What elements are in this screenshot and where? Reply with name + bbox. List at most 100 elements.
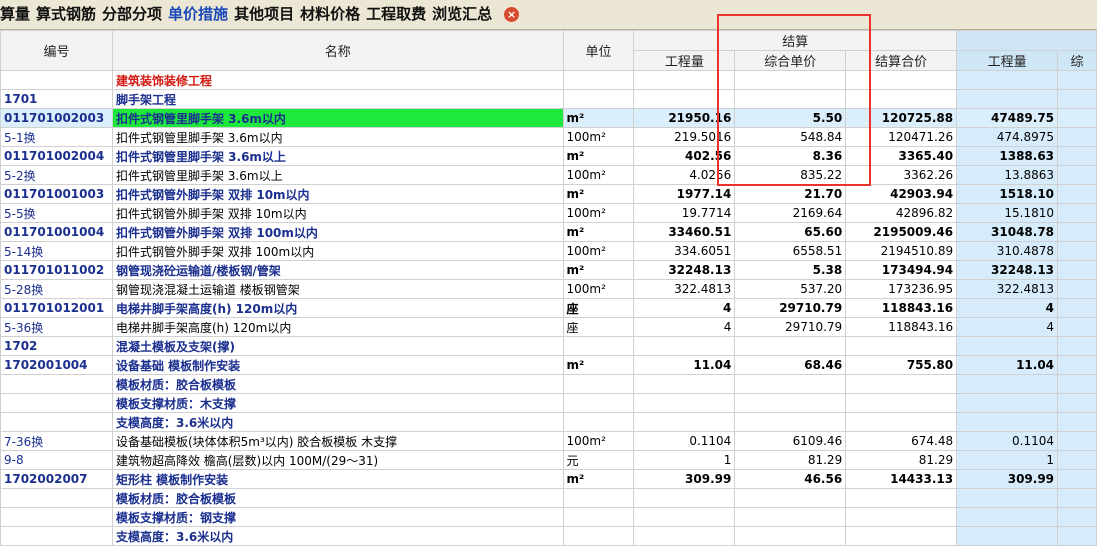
cell-name[interactable]: 建筑装饰装修工程 (111, 70, 564, 90)
cell-price[interactable]: 5.50 (734, 108, 847, 128)
cell-extra[interactable] (1057, 222, 1097, 242)
cell-total[interactable]: 120725.88 (845, 108, 958, 128)
cell-qty[interactable] (633, 374, 736, 394)
cell-qty2[interactable]: 47489.75 (956, 108, 1059, 128)
cell-total[interactable]: 42896.82 (845, 203, 958, 223)
cell-extra[interactable] (1057, 70, 1097, 90)
cell-code[interactable]: 5-2换 (0, 165, 113, 185)
cell-price[interactable] (734, 89, 847, 109)
cell-name[interactable]: 扣件式钢管里脚手架 3.6m以内 (111, 108, 564, 128)
cell-extra[interactable] (1057, 279, 1097, 299)
cell-unit[interactable]: m² (562, 355, 635, 375)
cell-qty[interactable]: 32248.13 (633, 260, 736, 280)
cell-extra[interactable] (1057, 298, 1097, 318)
cell-price[interactable]: 81.29 (734, 450, 847, 470)
cell-extra[interactable] (1057, 127, 1097, 147)
cell-name[interactable]: 混凝土模板及支架(撑) (111, 336, 564, 356)
cell-name[interactable]: 模板材质：胶合板模板 (111, 488, 564, 508)
cell-qty2[interactable]: 13.8863 (956, 165, 1059, 185)
cell-name[interactable]: 钢管现浇混凝土运输道 楼板钢管架 (111, 279, 564, 299)
cell-name[interactable]: 扣件式钢管外脚手架 双排 10m以内 (111, 184, 564, 204)
cell-qty[interactable]: 11.04 (633, 355, 736, 375)
cell-unit[interactable]: 座 (562, 317, 635, 337)
cell-code[interactable] (0, 70, 113, 90)
cell-extra[interactable] (1057, 317, 1097, 337)
table-row[interactable]: 建筑装饰装修工程 (0, 70, 1097, 90)
cell-extra[interactable] (1057, 526, 1097, 546)
tab-5[interactable]: 材料价格 (300, 0, 366, 29)
cell-code[interactable]: 5-14换 (0, 241, 113, 261)
cell-unit[interactable] (562, 412, 635, 432)
cell-qty2[interactable]: 310.4878 (956, 241, 1059, 261)
table-row[interactable]: 9-8 建筑物超高降效 檐高(层数)以内 100M/(29～31) 元 1 81.29 8… (0, 450, 1097, 470)
col-unit-header[interactable]: 单位 (562, 30, 635, 71)
cell-code[interactable]: 1701 (0, 89, 113, 109)
cell-qty[interactable]: 309.99 (633, 469, 736, 489)
col-total-header[interactable]: 结算合价 (845, 50, 958, 71)
cell-total[interactable]: 173236.95 (845, 279, 958, 299)
cell-qty[interactable]: 33460.51 (633, 222, 736, 242)
cell-extra[interactable] (1057, 507, 1097, 527)
cell-total[interactable]: 3362.26 (845, 165, 958, 185)
cell-qty2[interactable]: 15.1810 (956, 203, 1059, 223)
cell-name[interactable]: 模板支撑材质：钢支撑 (111, 507, 564, 527)
cell-total[interactable]: 2195009.46 (845, 222, 958, 242)
cell-extra[interactable] (1057, 165, 1097, 185)
cell-qty2[interactable]: 0.1104 (956, 431, 1059, 451)
cell-total[interactable]: 118843.16 (845, 317, 958, 337)
cell-qty2[interactable]: 1388.63 (956, 146, 1059, 166)
table-row[interactable]: 模板材质：胶合板模板 (0, 374, 1097, 394)
cell-code[interactable] (0, 412, 113, 432)
cell-extra[interactable] (1057, 241, 1097, 261)
cell-extra[interactable] (1057, 260, 1097, 280)
cell-qty2[interactable] (956, 488, 1059, 508)
cell-code[interactable] (0, 507, 113, 527)
cell-name[interactable]: 电梯井脚手架高度(h) 120m以内 (111, 298, 564, 318)
cell-code[interactable]: 9-8 (0, 450, 113, 470)
cell-price[interactable]: 6109.46 (734, 431, 847, 451)
cell-qty[interactable] (633, 70, 736, 90)
cell-unit[interactable]: m² (562, 146, 635, 166)
cell-total[interactable] (845, 507, 958, 527)
cell-code[interactable]: 011701012001 (0, 298, 113, 318)
cell-price[interactable] (734, 393, 847, 413)
cell-name[interactable]: 脚手架工程 (111, 89, 564, 109)
cell-name[interactable]: 扣件式钢管里脚手架 3.6m以内 (111, 127, 564, 147)
cell-code[interactable]: 5-5换 (0, 203, 113, 223)
cell-extra[interactable] (1057, 89, 1097, 109)
table-row[interactable]: 模板支撑材质：木支撑 (0, 393, 1097, 413)
cell-price[interactable] (734, 70, 847, 90)
cell-extra[interactable] (1057, 184, 1097, 204)
cell-total[interactable]: 42903.94 (845, 184, 958, 204)
cell-extra[interactable] (1057, 469, 1097, 489)
cell-qty[interactable] (633, 89, 736, 109)
cell-qty2[interactable]: 4 (956, 317, 1059, 337)
cell-name[interactable]: 支模高度：3.6米以内 (111, 526, 564, 546)
cell-price[interactable]: 8.36 (734, 146, 847, 166)
cell-unit[interactable]: 元 (562, 450, 635, 470)
cell-qty[interactable]: 19.7714 (633, 203, 736, 223)
cell-price[interactable] (734, 526, 847, 546)
cell-total[interactable] (845, 89, 958, 109)
cell-extra[interactable] (1057, 393, 1097, 413)
cell-extra[interactable] (1057, 374, 1097, 394)
cell-total[interactable] (845, 336, 958, 356)
cell-name[interactable]: 设备基础模板(块体体积5m³以内) 胶合板模板 木支撑 (111, 431, 564, 451)
cell-price[interactable]: 2169.64 (734, 203, 847, 223)
cell-total[interactable]: 81.29 (845, 450, 958, 470)
cell-unit[interactable] (562, 393, 635, 413)
cell-code[interactable] (0, 374, 113, 394)
cell-unit[interactable] (562, 526, 635, 546)
cell-extra[interactable] (1057, 108, 1097, 128)
table-row[interactable]: 5-1换 扣件式钢管里脚手架 3.6m以内 100m² 219.5016 548.84 1… (0, 127, 1097, 147)
table-row[interactable]: 1702 混凝土模板及支架(撑) (0, 336, 1097, 356)
cell-total[interactable]: 2194510.89 (845, 241, 958, 261)
cell-qty[interactable]: 4 (633, 298, 736, 318)
cell-name[interactable]: 矩形柱 模板制作安装 (111, 469, 564, 489)
cell-extra[interactable] (1057, 355, 1097, 375)
cell-code[interactable] (0, 526, 113, 546)
cell-name[interactable]: 扣件式钢管外脚手架 双排 100m以内 (111, 222, 564, 242)
cell-price[interactable]: 5.38 (734, 260, 847, 280)
cell-name[interactable]: 支模高度：3.6米以内 (111, 412, 564, 432)
cell-unit[interactable]: m² (562, 469, 635, 489)
